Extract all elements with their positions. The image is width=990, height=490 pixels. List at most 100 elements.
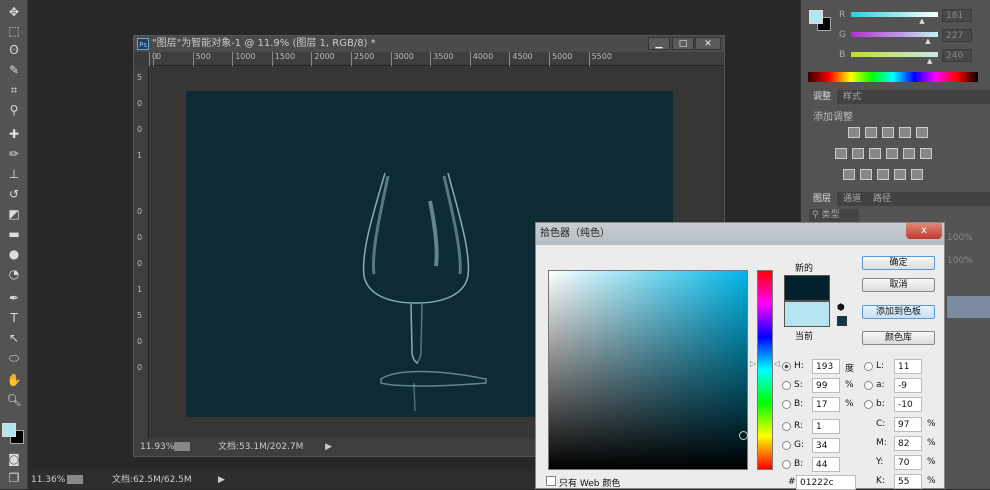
opacity-value[interactable]: 100% <box>947 233 973 243</box>
move-tool-icon[interactable]: ✥ <box>5 4 23 20</box>
rgb-radio[interactable] <box>782 460 791 469</box>
crop-tool-icon[interactable]: ⌗ <box>5 82 23 98</box>
lab-input[interactable]: 11 <box>894 359 922 374</box>
selective-color-adjustment-icon[interactable] <box>894 169 906 180</box>
document-zoom[interactable]: 11.93% <box>140 438 174 456</box>
tab-paths[interactable]: 路径 <box>867 192 897 206</box>
web-only-checkbox[interactable] <box>546 476 556 486</box>
quick-mask-icon[interactable]: ◙ <box>5 451 23 467</box>
screen-mode-icon[interactable]: ❐ <box>5 470 23 486</box>
brush-tool-icon[interactable]: ✏ <box>5 146 23 162</box>
slider-handle[interactable]: ▲ <box>925 37 930 45</box>
channel-value[interactable]: 240 <box>942 49 972 62</box>
rgb-input[interactable]: 34 <box>812 438 840 453</box>
close-button[interactable]: ✕ <box>695 37 721 50</box>
slider-handle[interactable]: ▲ <box>927 57 932 65</box>
lab-input[interactable]: -10 <box>894 397 922 412</box>
channel-slider[interactable] <box>851 52 938 57</box>
fill-value[interactable]: 100% <box>947 256 973 266</box>
color-field-cursor[interactable] <box>739 431 748 440</box>
curves-adjustment-icon[interactable] <box>882 127 894 138</box>
status-menu-arrow-icon[interactable]: ▶ <box>218 471 225 489</box>
maximize-button[interactable]: □ <box>672 37 694 50</box>
gradient-map-adjustment-icon[interactable] <box>911 169 923 180</box>
status-menu-arrow-icon[interactable]: ▶ <box>325 438 332 456</box>
color-spectrum-ramp[interactable] <box>808 72 978 82</box>
rgb-radio[interactable] <box>782 422 791 431</box>
cmyk-input[interactable]: 70 <box>894 455 922 470</box>
history-brush-icon[interactable]: ↺ <box>5 186 23 202</box>
rgb-input[interactable]: 1 <box>812 419 840 434</box>
lab-radio[interactable] <box>864 362 873 371</box>
marquee-tool-icon[interactable]: ⬚ <box>5 23 23 39</box>
posterize-adjustment-icon[interactable] <box>860 169 872 180</box>
quick-select-tool-icon[interactable]: ✎ <box>5 62 23 78</box>
photo-filter-adjustment-icon[interactable] <box>886 148 898 159</box>
hsb-input[interactable]: 17 <box>812 397 840 412</box>
path-select-tool-icon[interactable]: ↖ <box>5 330 23 346</box>
saturation-brightness-field[interactable] <box>548 270 748 470</box>
app-zoom[interactable]: 11.36% <box>31 471 65 489</box>
type-tool-icon[interactable]: T <box>5 310 23 326</box>
eyedropper-tool-icon[interactable]: ⚲ <box>5 102 23 118</box>
lab-radio[interactable] <box>864 400 873 409</box>
dialog-close-button[interactable]: x <box>906 223 942 239</box>
hsb-input[interactable]: 99 <box>812 378 840 393</box>
cmyk-input[interactable]: 82 <box>894 436 922 451</box>
current-color-swatch[interactable] <box>784 301 830 327</box>
selected-layer-row[interactable] <box>947 296 990 318</box>
invert-adjustment-icon[interactable] <box>843 169 855 180</box>
stamp-tool-icon[interactable]: ⊥ <box>5 166 23 182</box>
dodge-tool-icon[interactable]: ◔ <box>5 266 23 282</box>
tab-styles[interactable]: 样式 <box>837 90 867 104</box>
rgb-input[interactable]: 44 <box>812 457 840 472</box>
hsb-radio[interactable] <box>782 400 791 409</box>
vibrance-adjustment-icon[interactable] <box>916 127 928 138</box>
lab-radio[interactable] <box>864 381 873 390</box>
foreground-color-swatch[interactable] <box>2 423 16 437</box>
zoom-tool-icon[interactable]: 🔍︎ <box>5 392 23 408</box>
threshold-adjustment-icon[interactable] <box>877 169 889 180</box>
lab-input[interactable]: -9 <box>894 378 922 393</box>
add-to-swatches-button[interactable]: 添加到色板 <box>862 305 935 319</box>
tab-layers[interactable]: 图层 <box>807 192 838 206</box>
panel-fg-swatch[interactable] <box>809 10 823 24</box>
hand-tool-icon[interactable]: ✋ <box>5 372 23 388</box>
hsb-input[interactable]: 193 <box>812 359 840 374</box>
web-safe-swatch[interactable] <box>837 316 847 326</box>
tab-adjustments[interactable]: 调整 <box>807 90 838 104</box>
color-libraries-button[interactable]: 颜色库 <box>862 331 935 345</box>
levels-adjustment-icon[interactable] <box>865 127 877 138</box>
status-icon[interactable] <box>67 475 83 484</box>
eraser-tool-icon[interactable]: ◩ <box>5 206 23 222</box>
ok-button[interactable]: 确定 <box>862 256 935 270</box>
minimize-button[interactable]: ▁ <box>648 37 670 50</box>
color-lookup-adjustment-icon[interactable] <box>920 148 932 159</box>
status-icon[interactable] <box>174 442 190 451</box>
tab-channels[interactable]: 通道 <box>837 192 867 206</box>
color-balance-adjustment-icon[interactable] <box>852 148 864 159</box>
slider-handle[interactable]: ▲ <box>919 17 924 25</box>
hue-slider[interactable] <box>757 270 773 470</box>
channel-value[interactable]: 181 <box>942 9 972 22</box>
layer-filter-select[interactable]: ⚲ 类型 <box>809 209 859 222</box>
hue-slider-left-handle[interactable]: ▷ <box>750 359 756 368</box>
healing-tool-icon[interactable]: ✚ <box>5 126 23 142</box>
lasso-tool-icon[interactable]: ʘ <box>5 42 23 58</box>
gradient-tool-icon[interactable]: ▬ <box>5 226 23 242</box>
channel-mixer-adjustment-icon[interactable] <box>903 148 915 159</box>
hsb-radio[interactable] <box>782 381 791 390</box>
hex-input[interactable]: 01222c <box>796 475 856 490</box>
pen-tool-icon[interactable]: ✒ <box>5 290 23 306</box>
brightness-adjustment-icon[interactable] <box>848 127 860 138</box>
blur-tool-icon[interactable]: ● <box>5 246 23 262</box>
hue-slider-right-handle[interactable]: ◁ <box>774 359 780 368</box>
hsb-radio[interactable] <box>782 362 791 371</box>
black-white-adjustment-icon[interactable] <box>869 148 881 159</box>
document-tab[interactable]: Ps "图层"为智能对象-1 @ 11.9% (图层 1, RGB/8) * ▁… <box>134 36 724 52</box>
channel-value[interactable]: 227 <box>942 29 972 42</box>
hue-saturation-adjustment-icon[interactable] <box>835 148 847 159</box>
cmyk-input[interactable]: 97 <box>894 417 922 432</box>
shape-tool-icon[interactable]: ⬭ <box>5 350 23 366</box>
out-of-gamut-cube-icon[interactable]: ⬢ <box>837 303 845 313</box>
